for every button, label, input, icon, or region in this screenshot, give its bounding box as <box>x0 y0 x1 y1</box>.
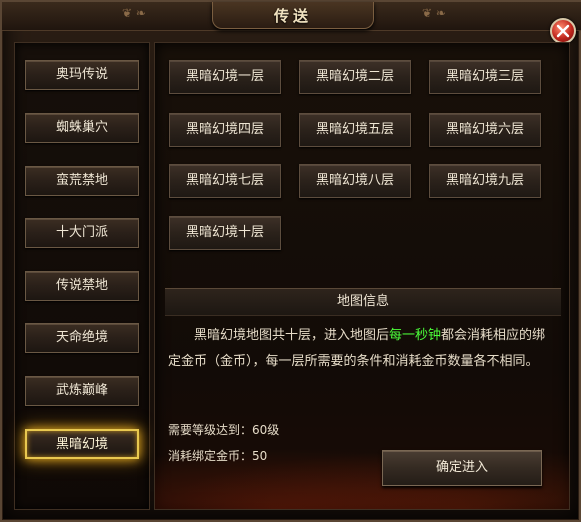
location-list: 奥玛传说 蜘蛛巢穴 蛮荒禁地 十大门派 传说禁地 天命绝境 武炼巅峰 黑暗幻境 <box>14 42 150 510</box>
map-panel: 黑暗幻境一层 黑暗幻境二层 黑暗幻境三层 黑暗幻境四层 黑暗幻境五层 黑暗幻境六… <box>154 42 570 510</box>
layer-button[interactable]: 黑暗幻境七层 <box>169 164 281 198</box>
layer-button[interactable]: 黑暗幻境二层 <box>299 60 411 94</box>
cost-label: 消耗绑定金币： <box>168 449 253 463</box>
level-label: 需要等级达到： <box>168 423 253 437</box>
desc-highlight: 每一秒钟 <box>389 328 442 343</box>
ornament-right: ❦ ❧ <box>422 6 446 20</box>
location-button[interactable]: 武炼巅峰 <box>25 376 139 406</box>
layer-button[interactable]: 黑暗幻境八层 <box>299 164 411 198</box>
ornament-left: ❦ ❧ <box>122 6 146 20</box>
location-button[interactable]: 传说禁地 <box>25 271 139 301</box>
layer-button[interactable]: 黑暗幻境六层 <box>429 113 541 147</box>
gold-cost: 消耗绑定金币：50 <box>168 447 267 464</box>
confirm-enter-button[interactable]: 确定进入 <box>382 450 542 486</box>
layer-button[interactable]: 黑暗幻境九层 <box>429 164 541 198</box>
close-button[interactable] <box>550 18 576 44</box>
location-button-active[interactable]: 黑暗幻境 <box>25 429 139 459</box>
map-info-header: 地图信息 <box>165 288 561 316</box>
title-plate: 传送 <box>212 2 374 29</box>
location-button[interactable]: 奥玛传说 <box>25 60 139 90</box>
layer-button[interactable]: 黑暗幻境一层 <box>169 60 281 94</box>
close-icon <box>556 24 570 38</box>
level-requirement: 需要等级达到：60级 <box>168 421 279 438</box>
layer-button[interactable]: 黑暗幻境十层 <box>169 216 281 250</box>
layer-button[interactable]: 黑暗幻境三层 <box>429 60 541 94</box>
layer-button[interactable]: 黑暗幻境五层 <box>299 113 411 147</box>
location-button[interactable]: 蛮荒禁地 <box>25 166 139 196</box>
map-info-description: 黑暗幻境地图共十层，进入地图后每一秒钟都会消耗相应的绑定金币（金币），每一层所需… <box>168 323 558 375</box>
window-title: 传送 <box>273 7 312 25</box>
desc-text-1: 黑暗幻境地图共十层，进入地图后 <box>194 328 390 343</box>
location-button[interactable]: 十大门派 <box>25 218 139 248</box>
cost-value: 50 <box>252 449 268 463</box>
title-bar: ❦ ❧ 传送 ❦ ❧ <box>2 2 581 31</box>
level-value: 60级 <box>252 423 280 437</box>
layer-button[interactable]: 黑暗幻境四层 <box>169 113 281 147</box>
teleport-window: ❦ ❧ 传送 ❦ ❧ 奥玛传说 蜘蛛巢穴 蛮荒禁地 十大门派 传说禁地 天命绝境… <box>0 0 581 522</box>
location-button[interactable]: 蜘蛛巢穴 <box>25 113 139 143</box>
location-button[interactable]: 天命绝境 <box>25 323 139 353</box>
